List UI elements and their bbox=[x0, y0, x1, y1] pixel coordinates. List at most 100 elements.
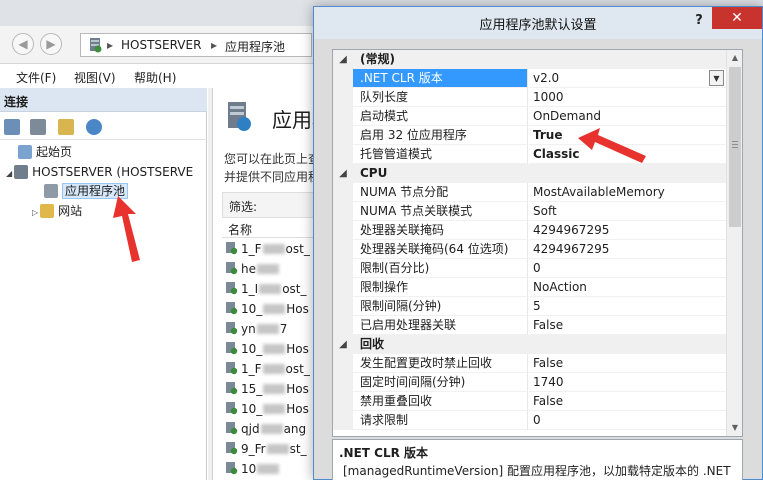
dropdown-icon[interactable]: ▼ bbox=[709, 70, 724, 86]
property-name: 禁用重叠回收 bbox=[353, 392, 528, 411]
property-category[interactable]: ◢ (常规) bbox=[333, 50, 726, 69]
back-icon[interactable]: ◀ bbox=[12, 33, 34, 55]
scroll-down-icon[interactable]: ▼ bbox=[727, 420, 742, 436]
app-pool-row[interactable]: 1_I ost_ bbox=[224, 280, 307, 299]
row-gutter bbox=[333, 354, 353, 373]
property-row[interactable]: 限制间隔(分钟) 5 bbox=[333, 297, 726, 316]
category-label: 回收 bbox=[353, 335, 528, 354]
property-value[interactable]: v2.0 bbox=[529, 69, 726, 88]
breadcrumb-server[interactable]: HOSTSERVER bbox=[121, 38, 201, 52]
row-gutter bbox=[333, 278, 353, 297]
property-row[interactable]: 启动模式 OnDemand bbox=[333, 107, 726, 126]
tree-item-server[interactable]: ◢ HOSTSERVER (HOSTSERVE bbox=[6, 162, 193, 182]
app-pool-icon bbox=[226, 262, 238, 275]
row-gutter bbox=[333, 316, 353, 335]
address-field[interactable]: ▸ HOSTSERVER ▸ 应用程序池 bbox=[80, 33, 312, 57]
property-value[interactable]: False bbox=[529, 354, 726, 373]
property-row[interactable]: 处理器关联掩码 4294967295 bbox=[333, 221, 726, 240]
property-category[interactable]: ◢ 回收 bbox=[333, 335, 726, 354]
pool-name-start: 9_Fr bbox=[241, 442, 266, 456]
property-value[interactable]: NoAction bbox=[529, 278, 726, 297]
app-pool-row[interactable]: qjd ang bbox=[224, 420, 306, 439]
property-row[interactable]: NUMA 节点关联模式 Soft bbox=[333, 202, 726, 221]
property-value[interactable]: 1000 bbox=[529, 88, 726, 107]
collapse-icon[interactable]: ◢ bbox=[333, 164, 353, 183]
app-pool-icon bbox=[226, 342, 238, 355]
property-value[interactable]: 1740 bbox=[529, 373, 726, 392]
property-value[interactable]: 4294967295 bbox=[529, 221, 726, 240]
tree-item-start-page[interactable]: 起始页 bbox=[18, 142, 72, 162]
property-row[interactable]: NUMA 节点分配 MostAvailableMemory bbox=[333, 183, 726, 202]
column-header-label: 名称 bbox=[228, 223, 253, 237]
app-pool-row[interactable]: 15_ Hos bbox=[224, 380, 309, 399]
property-value[interactable]: False bbox=[529, 316, 726, 335]
property-name: 队列长度 bbox=[353, 88, 528, 107]
collapse-icon[interactable]: ◢ bbox=[333, 50, 353, 69]
property-name: 请求限制 bbox=[353, 411, 528, 430]
property-row[interactable]: 托管管道模式 Classic bbox=[333, 145, 726, 164]
redacted-text bbox=[263, 404, 286, 414]
property-row[interactable]: 固定时间间隔(分钟) 1740 bbox=[333, 373, 726, 392]
pool-name-end: Hos bbox=[286, 342, 309, 356]
collapse-icon[interactable]: ◢ bbox=[6, 169, 12, 178]
column-header-name[interactable]: 名称 bbox=[222, 218, 314, 238]
menu-bar: 文件(F) 视图(V) 帮助(H) bbox=[0, 64, 320, 88]
description-line: 并提供不同应用程 bbox=[224, 170, 314, 184]
property-row[interactable]: 已启用处理器关联 False bbox=[333, 316, 726, 335]
property-category[interactable]: ◢ CPU bbox=[333, 164, 726, 183]
app-pool-row[interactable]: 10_ Hos bbox=[224, 340, 309, 359]
help-icon[interactable]: ? bbox=[687, 11, 711, 31]
app-pool-row[interactable]: 1_F ost_ bbox=[224, 240, 310, 259]
save-icon[interactable] bbox=[30, 119, 46, 135]
menu-file[interactable]: 文件(F) bbox=[16, 69, 56, 86]
expand-icon[interactable]: ▷ bbox=[32, 208, 38, 217]
property-row[interactable]: 限制(百分比) 0 bbox=[333, 259, 726, 278]
annotation-arrow-left bbox=[113, 196, 140, 262]
property-row[interactable]: 发生配置更改时禁止回收 False bbox=[333, 354, 726, 373]
property-value[interactable]: OnDemand bbox=[529, 107, 726, 126]
app-pool-row[interactable]: 10 bbox=[224, 460, 280, 479]
pool-name-end: Hos bbox=[286, 302, 309, 316]
collapse-icon[interactable]: ◢ bbox=[333, 335, 353, 354]
property-row[interactable]: 限制操作 NoAction bbox=[333, 278, 726, 297]
property-row[interactable]: 队列长度 1000 bbox=[333, 88, 726, 107]
property-value[interactable]: False bbox=[529, 392, 726, 411]
connect-icon[interactable] bbox=[4, 119, 20, 135]
property-row[interactable]: 请求限制 0 bbox=[333, 411, 726, 430]
forward-icon[interactable]: ▶ bbox=[40, 33, 62, 55]
app-pool-icon bbox=[226, 462, 238, 475]
property-value[interactable]: 5 bbox=[529, 297, 726, 316]
pane-splitter[interactable] bbox=[208, 88, 213, 480]
menu-view[interactable]: 视图(V) bbox=[74, 69, 116, 86]
app-pool-row[interactable]: yn 7 bbox=[224, 320, 287, 339]
pool-name-end: Hos bbox=[286, 382, 309, 396]
property-grid-scrollbar[interactable]: ▲ ▼ bbox=[726, 50, 742, 436]
property-row[interactable]: .NET CLR 版本 v2.0 ▼ bbox=[333, 69, 726, 88]
property-value[interactable]: 0 bbox=[529, 411, 726, 430]
property-value[interactable]: 4294967295 bbox=[529, 240, 726, 259]
app-pool-row[interactable]: he bbox=[224, 260, 280, 279]
property-value[interactable]: MostAvailableMemory bbox=[529, 183, 726, 202]
scroll-thumb[interactable] bbox=[729, 67, 741, 227]
tree-item-sites[interactable]: ▷ 网站 bbox=[32, 201, 82, 221]
redacted-text bbox=[260, 424, 283, 434]
app-pool-row[interactable]: 9_Fr st_ bbox=[224, 440, 307, 459]
pool-name-start: 1_I bbox=[241, 282, 259, 296]
property-value[interactable]: 0 bbox=[529, 259, 726, 278]
scroll-up-icon[interactable]: ▲ bbox=[727, 50, 742, 66]
app-pool-row[interactable]: 10_ Hos bbox=[224, 400, 309, 419]
close-icon[interactable]: ✕ bbox=[712, 7, 762, 29]
folder-up-icon[interactable] bbox=[58, 119, 74, 135]
property-row[interactable]: 禁用重叠回收 False bbox=[333, 392, 726, 411]
breadcrumb-app-pools[interactable]: 应用程序池 bbox=[225, 38, 285, 55]
property-value[interactable]: Soft bbox=[529, 202, 726, 221]
dialog-title-bar: 应用程序池默认设置 ? ✕ bbox=[314, 7, 762, 39]
app-pool-row[interactable]: 1_F ost_ bbox=[224, 360, 310, 379]
property-row[interactable]: 启用 32 位应用程序 True bbox=[333, 126, 726, 145]
app-pool-row[interactable]: 10_ Hos bbox=[224, 300, 309, 319]
app-pool-icon bbox=[226, 382, 238, 395]
filter-bar[interactable]: 筛选: bbox=[222, 192, 314, 218]
menu-help[interactable]: 帮助(H) bbox=[134, 69, 176, 86]
globe-icon[interactable] bbox=[86, 119, 102, 135]
property-row[interactable]: 处理器关联掩码(64 位选项) 4294967295 bbox=[333, 240, 726, 259]
